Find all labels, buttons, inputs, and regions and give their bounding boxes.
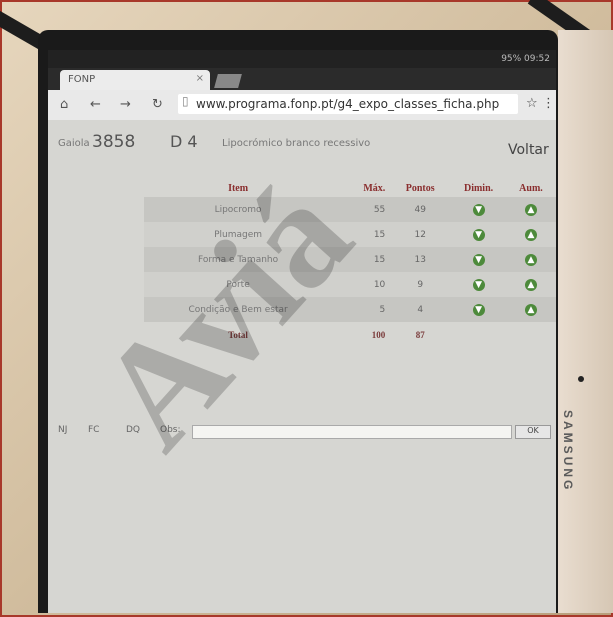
brand-label: SAMSUNG <box>561 410 575 493</box>
total-row: Total 100 87 <box>144 322 556 347</box>
decrease-icon[interactable]: ▼ <box>472 228 485 241</box>
fc-label[interactable]: FC <box>88 425 99 435</box>
col-max: Máx. <box>363 183 386 194</box>
row-pontos: 4 <box>389 297 452 322</box>
nj-label[interactable]: NJ <box>58 425 67 435</box>
col-dimin: Dimin. <box>463 183 494 194</box>
status-bar: 95% 09:52 <box>48 50 556 68</box>
increase-icon[interactable]: ▲ <box>524 253 537 266</box>
total-label: Total <box>228 329 248 340</box>
total-empty-cell <box>506 322 556 347</box>
increase-cell: ▲ <box>505 247 556 272</box>
increase-icon[interactable]: ▲ <box>524 278 537 291</box>
total-empty-cell <box>451 322 506 347</box>
star-icon[interactable]: ☆ <box>526 96 538 111</box>
decrease-icon[interactable]: ▼ <box>472 203 485 216</box>
score-table: Item Máx. Pontos Dimin. Aum. Lipocromo 5… <box>144 180 556 347</box>
table-row: Forma e Tamanho 15 13 ▼ ▲ <box>144 247 556 272</box>
row-item: Plumagem <box>144 222 333 247</box>
increase-icon[interactable]: ▲ <box>524 203 537 216</box>
increase-icon[interactable]: ▲ <box>524 228 537 241</box>
status-battery-time: 95% 09:52 <box>501 54 550 64</box>
ok-button[interactable]: OK <box>515 425 551 439</box>
home-icon[interactable]: ⌂ <box>60 97 68 112</box>
decrease-cell: ▼ <box>451 222 506 247</box>
col-pontos: Pontos <box>405 183 435 194</box>
decrease-cell: ▼ <box>451 197 506 222</box>
camera-dot <box>578 376 584 382</box>
back-arrow-icon[interactable]: ← <box>90 97 101 112</box>
increase-icon[interactable]: ▲ <box>524 303 537 316</box>
address-bar: ⌂ ← → ↻ ▯ www.programa.fonp.pt/g4_expo_c… <box>48 90 556 121</box>
page-icon: ▯ <box>182 94 189 108</box>
row-pontos: 12 <box>389 222 452 247</box>
decrease-cell: ▼ <box>451 272 506 297</box>
tablet-side-bezel <box>558 30 613 613</box>
page-content: Gaiola 3858 D 4 Lipocrómico branco reces… <box>48 120 556 613</box>
url-input[interactable]: ▯ www.programa.fonp.pt/g4_expo_classes_f… <box>178 94 518 114</box>
row-pontos: 13 <box>389 247 452 272</box>
menu-icon[interactable]: ⋮ <box>542 96 555 111</box>
row-pontos: 9 <box>389 272 452 297</box>
gaiola-label: Gaiola <box>58 138 90 149</box>
row-max: 5 <box>332 297 390 322</box>
increase-cell: ▲ <box>505 222 556 247</box>
total-pontos: 87 <box>415 329 425 340</box>
decrease-cell: ▼ <box>451 297 506 322</box>
new-tab-button[interactable] <box>214 74 242 88</box>
url-text: www.programa.fonp.pt/g4_expo_classes_fic… <box>196 97 500 111</box>
decrease-icon[interactable]: ▼ <box>472 253 485 266</box>
tab-close-icon[interactable]: × <box>196 73 204 84</box>
table-row: Porte 10 9 ▼ ▲ <box>144 272 556 297</box>
dq-label[interactable]: DQ <box>126 425 140 435</box>
total-max: 100 <box>371 329 386 340</box>
table-row: Plumagem 15 12 ▼ ▲ <box>144 222 556 247</box>
tablet-screen: 95% 09:52 FONP × ⌂ ← → ↻ ▯ www.programa.… <box>48 50 556 613</box>
forward-arrow-icon[interactable]: → <box>120 97 131 112</box>
col-aum: Aum. <box>519 183 543 194</box>
row-item: Porte <box>144 272 333 297</box>
table-row: Condição e Bem estar 5 4 ▼ ▲ <box>144 297 556 322</box>
tab-title: FONP <box>68 74 96 85</box>
reload-icon[interactable]: ↻ <box>152 97 163 112</box>
class-description: Lipocrómico branco recessivo <box>222 138 371 149</box>
table-header-row: Item Máx. Pontos Dimin. Aum. <box>144 180 556 197</box>
increase-cell: ▲ <box>505 197 556 222</box>
row-max: 55 <box>332 197 390 222</box>
row-item: Condição e Bem estar <box>144 297 333 322</box>
decrease-cell: ▼ <box>451 247 506 272</box>
increase-cell: ▲ <box>505 272 556 297</box>
decrease-icon[interactable]: ▼ <box>472 278 485 291</box>
row-max: 15 <box>332 222 390 247</box>
obs-input[interactable] <box>192 425 512 439</box>
row-item: Forma e Tamanho <box>144 247 333 272</box>
col-item: Item <box>228 183 249 194</box>
obs-label: Obs: <box>160 425 181 435</box>
gaiola-value: 3858 <box>92 132 136 152</box>
increase-cell: ▲ <box>505 297 556 322</box>
row-max: 10 <box>332 272 390 297</box>
browser-tab[interactable]: FONP × <box>60 70 210 90</box>
table-row: Lipocromo 55 49 ▼ ▲ <box>144 197 556 222</box>
row-pontos: 49 <box>389 197 452 222</box>
decrease-icon[interactable]: ▼ <box>472 303 485 316</box>
row-item: Lipocromo <box>144 197 333 222</box>
voltar-link[interactable]: Voltar <box>508 142 549 158</box>
row-max: 15 <box>332 247 390 272</box>
class-code: D 4 <box>170 132 198 151</box>
browser-tab-bar: FONP × <box>48 68 556 90</box>
